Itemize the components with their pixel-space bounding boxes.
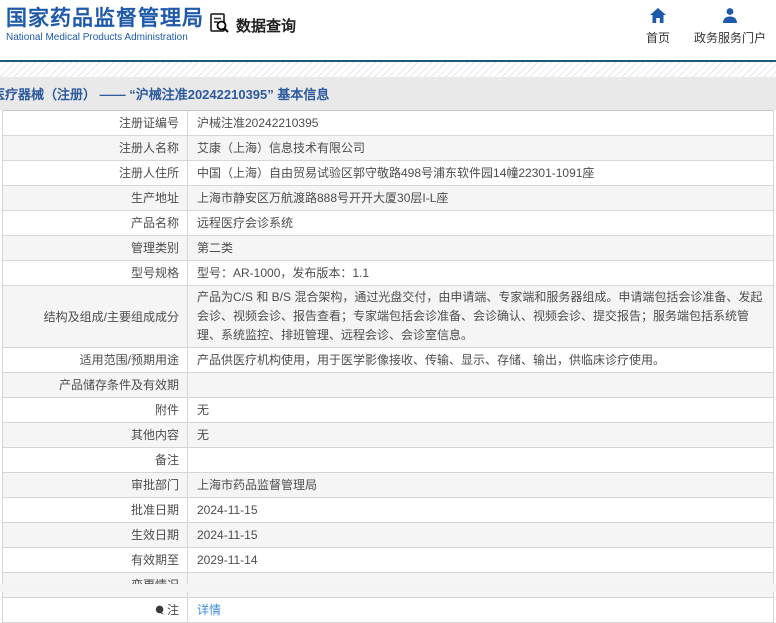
row-value: 无 (197, 403, 210, 417)
logo-title: 国家药品监督管理局 (6, 7, 204, 30)
table-row: 备注 (3, 448, 773, 473)
row-label: 生产地址 (3, 186, 188, 210)
table-row: 批准日期 2024-11-15 (3, 498, 773, 523)
row-value: 第二类 (197, 241, 234, 255)
table-row: 产品名称 远程医疗会诊系统 (3, 211, 773, 236)
row-value: 远程医疗会诊系统 (197, 216, 294, 230)
hatch-strip (0, 62, 776, 77)
row-label: 注册人名称 (3, 136, 188, 160)
table-row: 审批部门 上海市药品监督管理局 (3, 473, 773, 498)
row-value (188, 448, 773, 472)
note-icon (155, 605, 165, 615)
table-row: 适用范围/预期用途 产品供医疗机构使用，用于医学影像接收、传输、显示、存储、输出，… (3, 348, 773, 373)
data-query-label: 数据查询 (236, 18, 297, 35)
row-label: 批准日期 (3, 498, 188, 522)
row-label: 审批部门 (3, 473, 188, 497)
row-label: 其他内容 (3, 423, 188, 447)
row-value: 型号：AR-1000，发布版本：1.1 (197, 266, 370, 280)
table-row: 结构及组成/主要组成成分 产品为C/S 和 B/S 混合架构，通过光盘交付，由申请… (3, 286, 773, 348)
page-footer (0, 584, 776, 592)
page-title: 医疗器械（注册） —— “沪械注准20242210395” 基本信息 (0, 87, 330, 102)
header: 国家药品监督管理局 National Medical Products Admi… (0, 0, 776, 60)
row-label: 备注 (3, 448, 188, 472)
table-row: 注册人名称 艾康（上海）信息技术有限公司 (3, 136, 773, 161)
row-value (188, 373, 773, 397)
table-row: 型号规格 型号：AR-1000，发布版本：1.1 (3, 261, 773, 286)
row-label: 产品储存条件及有效期 (3, 373, 188, 397)
table-row: 有效期至 2029-11-14 (3, 548, 773, 573)
row-label: 注册人住所 (3, 161, 188, 185)
row-value: 沪械注准20242210395 (197, 116, 319, 130)
user-icon (690, 7, 770, 25)
row-label: 生效日期 (3, 523, 188, 547)
row-label: 附件 (3, 398, 188, 422)
row-value: 产品为C/S 和 B/S 混合架构，通过光盘交付，由申请端、专家端和服务器组成。… (197, 290, 763, 342)
table-row: 注详情 (3, 598, 773, 623)
page-title-bar: 医疗器械（注册） —— “沪械注准20242210395” 基本信息 (0, 77, 776, 110)
nmpa-logo[interactable]: 国家药品监督管理局 National Medical Products Admi… (6, 7, 204, 43)
nav-portal[interactable]: 政务服务门户 (690, 7, 770, 47)
row-value: 艾康（上海）信息技术有限公司 (197, 141, 366, 155)
table-row: 生效日期 2024-11-15 (3, 523, 773, 548)
table-row: 注册人住所 中国（上海）自由贸易试验区郭守敬路498号浦东软件园14幢22301-… (3, 161, 773, 186)
row-label: 产品名称 (3, 211, 188, 235)
table-row: 管理类别 第二类 (3, 236, 773, 261)
home-icon (618, 7, 698, 25)
row-value: 上海市静安区万航渡路888号开开大厦30层I-L座 (197, 191, 449, 205)
table-row: 注册证编号 沪械注准20242210395 (3, 111, 773, 136)
row-value: 中国（上海）自由贸易试验区郭守敬路498号浦东软件园14幢22301-1091座 (197, 166, 595, 180)
row-value: 详情 (188, 598, 773, 622)
nav-home[interactable]: 首页 (618, 7, 698, 47)
row-value: 2029-11-14 (197, 553, 258, 567)
row-label: 型号规格 (3, 261, 188, 285)
data-query-button[interactable]: 数据查询 (208, 12, 296, 39)
row-label: 注 (3, 598, 188, 622)
nav-home-label: 首页 (645, 31, 670, 45)
row-value: 无 (197, 428, 210, 442)
details-link[interactable]: 详情 (197, 603, 221, 617)
document-search-icon (208, 12, 230, 39)
row-label: 注册证编号 (3, 111, 188, 135)
row-label: 有效期至 (3, 548, 188, 572)
row-value: 2024-11-15 (197, 528, 258, 542)
row-label: 结构及组成/主要组成成分 (3, 286, 188, 347)
row-value: 2024-11-15 (197, 503, 258, 517)
row-value: 上海市药品监督管理局 (197, 478, 318, 492)
nav-portal-label: 政务服务门户 (693, 31, 766, 45)
row-label: 管理类别 (3, 236, 188, 260)
table-row: 附件无 (3, 398, 773, 423)
row-value: 产品供医疗机构使用，用于医学影像接收、传输、显示、存储、输出，供临床诊疗使用。 (197, 353, 666, 367)
table-row: 其他内容无 (3, 423, 773, 448)
table-row: 生产地址 上海市静安区万航渡路888号开开大厦30层I-L座 (3, 186, 773, 211)
logo-subtitle: National Medical Products Administration (6, 32, 188, 43)
table-row: 产品储存条件及有效期 (3, 373, 773, 398)
detail-table: 注册证编号 沪械注准20242210395 注册人名称 艾康（上海）信息技术有限公司注… (2, 110, 774, 623)
row-label: 适用范围/预期用途 (3, 348, 188, 372)
